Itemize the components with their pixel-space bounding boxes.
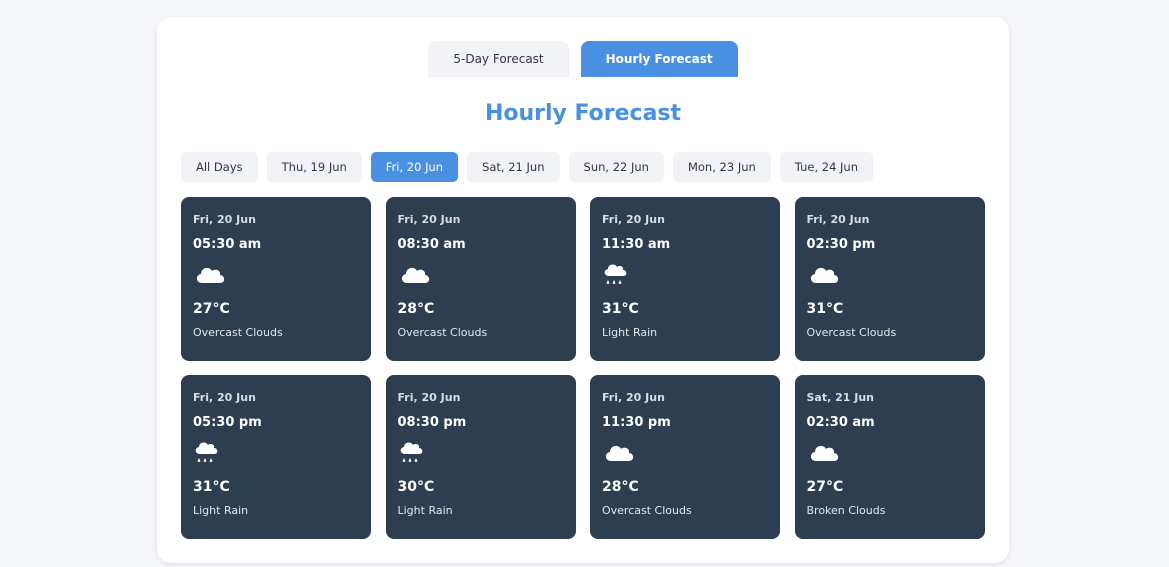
forecast-temperature: 31°C [806, 301, 844, 317]
forecast-time: 11:30 pm [602, 415, 671, 430]
cloud-icon [807, 439, 841, 467]
forecast-date: Fri, 20 Jun [806, 213, 870, 226]
forecast-time: 05:30 pm [193, 415, 262, 430]
forecast-temperature: 31°C [602, 301, 639, 317]
day-filter-fri-20-jun[interactable]: Fri, 20 Jun [370, 152, 459, 182]
forecast-date: Fri, 20 Jun [602, 391, 665, 404]
day-filter-all-days[interactable]: All Days [181, 152, 258, 182]
rain-cloud-icon [193, 439, 227, 467]
forecast-date: Sat, 21 Jun [806, 391, 875, 404]
page-title: Hourly Forecast [484, 101, 682, 126]
forecast-date: Fri, 20 Jun [193, 391, 256, 404]
forecast-description: Overcast Clouds [397, 326, 488, 339]
forecast-temperature: 31°C [193, 479, 230, 495]
forecast-date: Fri, 20 Jun [193, 213, 256, 226]
forecast-temperature: 27°C [806, 479, 844, 495]
forecast-panel: 5-Day Forecast Hourly Forecast Hourly Fo… [157, 17, 1009, 563]
forecast-time: 08:30 pm [397, 415, 467, 430]
cloud-icon [398, 261, 432, 289]
forecast-card: Fri, 20 Jun 05:30 pm 31°C Light Rain [181, 375, 371, 539]
forecast-time: 11:30 am [602, 237, 671, 252]
forecast-date: Fri, 20 Jun [397, 391, 461, 404]
day-filter-bar: All Days Thu, 19 Jun Fri, 20 Jun Sat, 21… [181, 152, 874, 182]
forecast-description: Broken Clouds [806, 504, 886, 517]
forecast-description: Light Rain [193, 504, 249, 517]
forecast-description: Light Rain [602, 326, 658, 339]
day-filter-sat-21-jun[interactable]: Sat, 21 Jun [467, 152, 560, 182]
cloud-icon [602, 439, 636, 467]
tab-5-day-forecast[interactable]: 5-Day Forecast [428, 41, 569, 77]
forecast-description: Overcast Clouds [193, 326, 283, 339]
day-filter-tue-24-jun[interactable]: Tue, 24 Jun [779, 152, 874, 182]
forecast-card: Fri, 20 Jun 08:30 pm 30°C Light Rain [385, 375, 576, 539]
forecast-temperature: 27°C [193, 301, 230, 317]
forecast-card: Sat, 21 Jun 02:30 am 27°C Broken Clouds [794, 375, 985, 539]
forecast-description: Light Rain [397, 504, 453, 517]
cloud-icon [193, 261, 227, 289]
forecast-description: Overcast Clouds [806, 326, 897, 339]
forecast-date: Fri, 20 Jun [397, 213, 461, 226]
forecast-temperature: 28°C [602, 479, 639, 495]
forecast-description: Overcast Clouds [602, 504, 692, 517]
forecast-time: 02:30 pm [806, 237, 876, 252]
forecast-tabs: 5-Day Forecast Hourly Forecast [157, 41, 1009, 77]
forecast-card: Fri, 20 Jun 08:30 am 28°C Overcast Cloud… [385, 197, 576, 361]
forecast-temperature: 30°C [397, 479, 435, 495]
forecast-date: Fri, 20 Jun [602, 213, 665, 226]
forecast-temperature: 28°C [397, 301, 435, 317]
rain-cloud-icon [398, 439, 432, 467]
forecast-card: Fri, 20 Jun 11:30 pm 28°C Overcast Cloud… [590, 375, 780, 539]
day-filter-sun-22-jun[interactable]: Sun, 22 Jun [568, 152, 664, 182]
forecast-time: 05:30 am [193, 237, 262, 252]
forecast-time: 08:30 am [397, 237, 466, 252]
forecast-time: 02:30 am [806, 415, 875, 430]
tab-hourly-forecast[interactable]: Hourly Forecast [580, 41, 738, 77]
day-filter-mon-23-jun[interactable]: Mon, 23 Jun [672, 152, 771, 182]
day-filter-thu-19-jun[interactable]: Thu, 19 Jun [266, 152, 362, 182]
forecast-card: Fri, 20 Jun 05:30 am 27°C Overcast Cloud… [181, 197, 371, 361]
cloud-icon [807, 261, 841, 289]
forecast-card: Fri, 20 Jun 11:30 am 31°C Light Rain [590, 197, 780, 361]
hourly-forecast-grid: Fri, 20 Jun 05:30 am 27°C Overcast Cloud… [181, 197, 986, 539]
rain-cloud-icon [602, 261, 636, 289]
forecast-card: Fri, 20 Jun 02:30 pm 31°C Overcast Cloud… [794, 197, 985, 361]
